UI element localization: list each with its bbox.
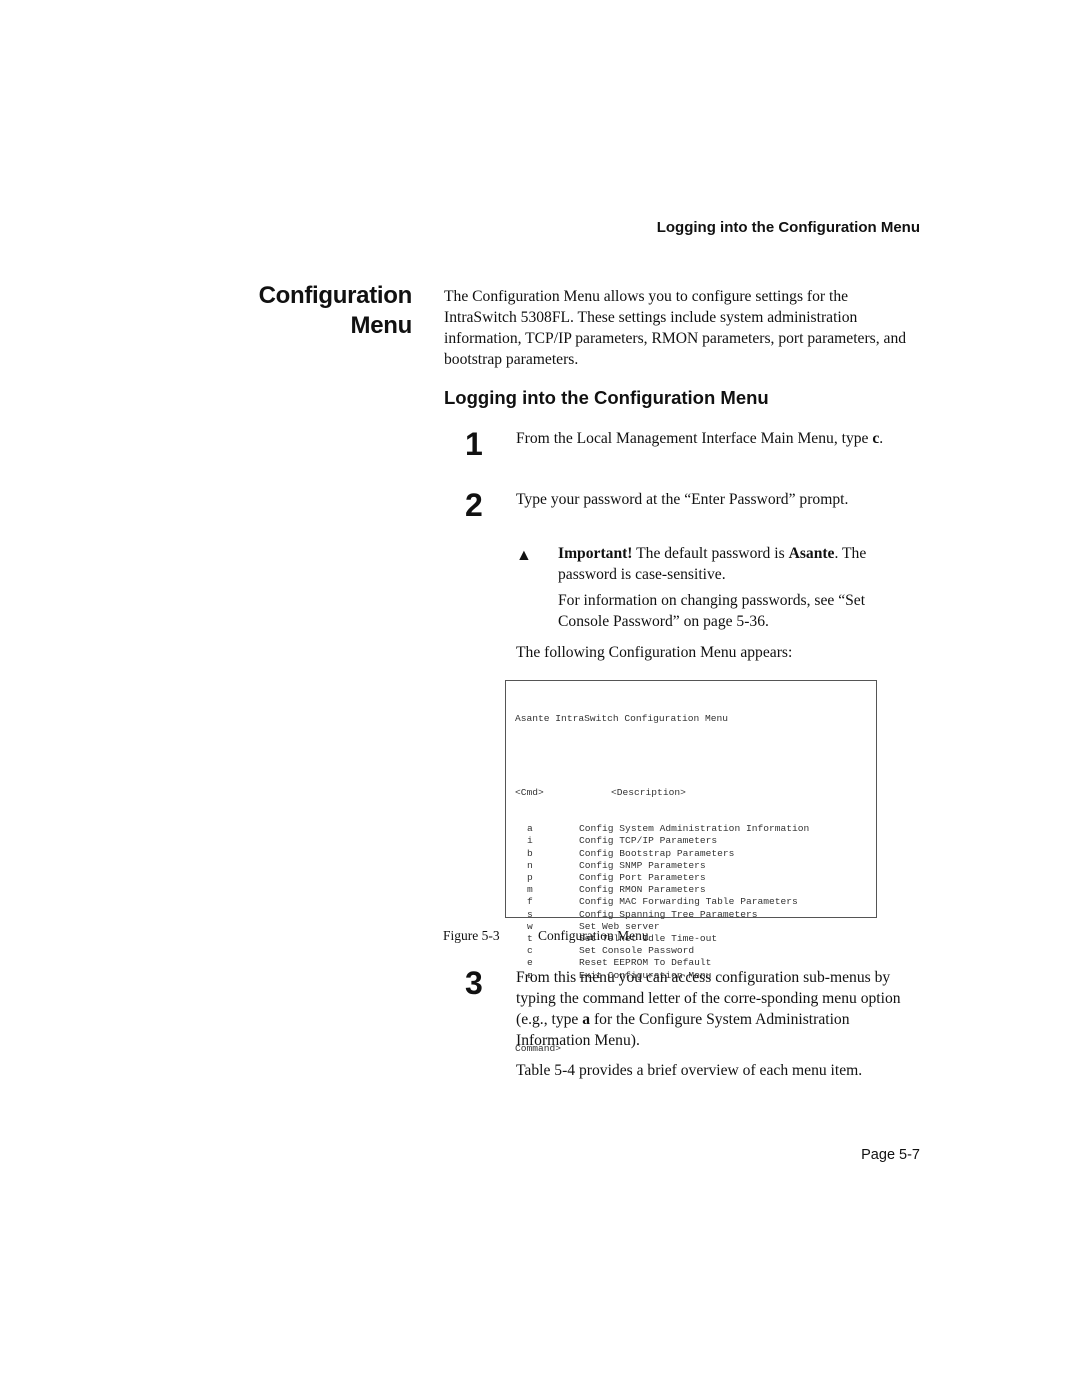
description-column-header: <Description> xyxy=(611,786,686,798)
menu-command-key: f xyxy=(527,896,533,908)
note-body: Important! The default password is Asant… xyxy=(558,543,918,637)
page-number: Page 5-7 xyxy=(861,1147,920,1163)
figure-label: Figure 5-3 xyxy=(443,928,500,943)
note-more: For information on changing passwords, s… xyxy=(558,592,866,630)
column-headers: <Cmd> <Description> xyxy=(515,787,809,799)
default-password: Asante xyxy=(788,545,835,562)
warning-triangle-icon: ▲ xyxy=(516,547,532,564)
figure-title: Configuration Menu xyxy=(538,928,649,943)
step-text: From this menu you can access configurat… xyxy=(516,967,918,1081)
menu-command-key: m xyxy=(527,884,533,896)
section-subheading: Logging into the Configuration Menu xyxy=(444,387,769,408)
step-text-part: . xyxy=(879,430,884,447)
running-header: Logging into the Configuration Menu xyxy=(656,219,920,236)
intro-paragraph: The Configuration Menu allows you to con… xyxy=(444,288,907,368)
menu-command-key: a xyxy=(527,823,533,835)
menu-row: s Config Spanning Tree Parameters xyxy=(515,909,809,921)
note-text: Important! The default password is Asant… xyxy=(558,543,918,585)
menu-row: a Config System Administration Informatio… xyxy=(515,823,809,835)
step-text: From the Local Management Interface Main… xyxy=(516,428,916,449)
menu-command-description: Config MAC Forwarding Table Parameters xyxy=(579,896,798,908)
menu-command-description: Config Spanning Tree Parameters xyxy=(579,908,758,920)
step-number: 3 xyxy=(465,965,483,1001)
menu-command-description: Config Bootstrap Parameters xyxy=(579,847,735,859)
config-menu-screenshot: Asante IntraSwitch Configuration Menu <C… xyxy=(505,680,877,1054)
follows-text: The following Configuration Menu appears… xyxy=(516,644,793,661)
command-key: a xyxy=(582,1011,591,1028)
menu-row: m Config RMON Parameters xyxy=(515,884,809,896)
menu-row: i Config TCP/IP Parameters xyxy=(515,835,809,847)
menu-command-key: p xyxy=(527,872,533,884)
menu-command-description: Config RMON Parameters xyxy=(579,884,706,896)
step-text-part: From the Local Management Interface Main… xyxy=(516,430,873,447)
menu-row: f Config MAC Forwarding Table Parameters xyxy=(515,896,809,908)
terminal-title: Asante IntraSwitch Configuration Menu xyxy=(515,713,729,725)
menu-command-key: n xyxy=(527,859,533,871)
menu-command-description: Config System Administration Information xyxy=(579,823,810,835)
menu-command-description: Config TCP/IP Parameters xyxy=(579,835,718,847)
step-text: Type your password at the “Enter Passwor… xyxy=(516,491,849,508)
step-number: 1 xyxy=(465,426,483,462)
step-followup: Table 5-4 provides a brief overview of e… xyxy=(516,1062,863,1079)
menu-command-key: c xyxy=(527,945,533,957)
side-heading-line2: Menu xyxy=(350,312,413,339)
menu-command-description: Set Console Password xyxy=(579,945,695,957)
menu-command-key: i xyxy=(527,835,533,847)
cmd-column-header: <Cmd> xyxy=(515,786,544,798)
menu-rows: a Config System Administration Informatio… xyxy=(515,823,809,982)
menu-row: c Set Console Password xyxy=(515,945,809,957)
figure-caption: Figure 5-3 Configuration Menu xyxy=(443,928,649,944)
note-text-part: The default password is xyxy=(632,545,789,562)
menu-row: n Config SNMP Parameters xyxy=(515,860,809,872)
side-heading: Configuration Menu xyxy=(240,281,413,341)
side-heading-line1: Configuration xyxy=(258,282,413,309)
menu-row: b Config Bootstrap Parameters xyxy=(515,848,809,860)
step-text-main: From this menu you can access configurat… xyxy=(516,967,918,1051)
menu-command-key: s xyxy=(527,908,533,920)
menu-command-key: b xyxy=(527,847,533,859)
menu-row: p Config Port Parameters xyxy=(515,872,809,884)
note-label: Important! xyxy=(558,545,633,562)
step-number: 2 xyxy=(465,487,483,523)
menu-command-description: Config SNMP Parameters xyxy=(579,859,706,871)
menu-command-description: Config Port Parameters xyxy=(579,872,706,884)
